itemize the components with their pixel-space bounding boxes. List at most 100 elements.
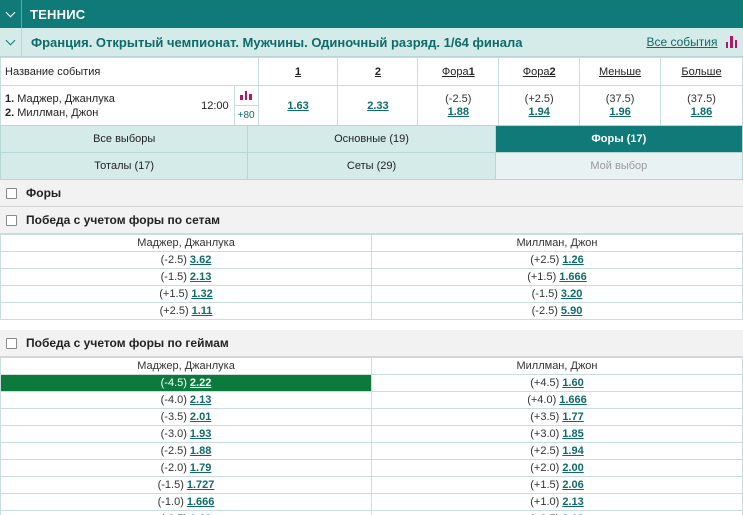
more-markets-count[interactable]: +80 (235, 106, 258, 125)
odd-fora2[interactable]: 1.94 (528, 106, 549, 118)
outcome-cell[interactable]: (+1.5) 2.06 (371, 476, 743, 494)
handicap-line: (-1.0) (157, 496, 184, 508)
odd-value[interactable]: 1.26 (562, 254, 583, 266)
odd-value[interactable]: 1.666 (559, 271, 587, 283)
odd-fora1-cell[interactable]: (-2.5) 1.88 (417, 85, 500, 126)
outcome-cell[interactable]: (+2.5) 1.94 (371, 442, 743, 460)
tab-sets[interactable]: Сеты (29) (247, 152, 496, 180)
odd-value[interactable]: 1.11 (192, 305, 213, 317)
outcome-cell[interactable]: (-4.5) 2.22 (0, 374, 372, 392)
checkbox[interactable] (6, 337, 17, 349)
handicap-line: (-2.5) (531, 305, 558, 317)
outcome-cell[interactable]: (-0.5)1.62 (0, 510, 372, 515)
header-fora1[interactable]: Фора1 (417, 57, 500, 86)
event-players[interactable]: 1. Маджер, Джанлука 2. Миллман, Джон (0, 85, 197, 126)
header-win2[interactable]: 2 (337, 57, 419, 86)
tab-my-choice[interactable]: Мой выбор (494, 152, 743, 180)
outcome-cell[interactable]: (-2.5) 1.88 (0, 442, 372, 460)
player2-name: Миллман, Джон (17, 106, 99, 119)
odd-win2-cell[interactable]: 2.33 (337, 85, 419, 126)
outcome-cell[interactable]: (-4.0) 2.13 (0, 391, 372, 409)
section-handicaps[interactable]: Форы (0, 180, 743, 207)
checkbox[interactable] (6, 187, 17, 199)
tab-main[interactable]: Основные (19) (247, 125, 496, 153)
market-row: (-4.0) 2.13 (+4.0) 1.666 (0, 391, 743, 409)
all-events-link[interactable]: Все события (646, 35, 717, 49)
market-row: (-2.0) 1.79 (+2.0) 2.00 (0, 459, 743, 477)
odd-value[interactable]: 1.88 (190, 445, 211, 457)
outcome-cell[interactable]: (-3.5) 2.01 (0, 408, 372, 426)
outcome-cell[interactable]: (+4.5) 1.60 (371, 374, 743, 392)
tournament-header: Франция. Открытый чемпионат. Мужчины. Од… (0, 28, 743, 57)
chevron-down-icon (5, 35, 16, 45)
outcome-cell[interactable]: (-1.0) 1.666 (0, 493, 372, 511)
outcome-cell[interactable]: (+1.5) 1.666 (371, 268, 743, 286)
outcome-cell[interactable]: (-1.5) 2.13 (0, 268, 372, 286)
odd-value[interactable]: 2.13 (190, 394, 211, 406)
handicap-line: (+3.0) (530, 428, 560, 440)
outcome-cell[interactable]: (+0.5)2.18 (371, 510, 743, 515)
odd-value[interactable]: 1.727 (187, 479, 215, 491)
odd-win1[interactable]: 1.63 (287, 100, 308, 112)
event-time: 12:00 (196, 85, 235, 126)
outcome-cell[interactable]: (+2.5) 1.26 (371, 251, 743, 269)
checkbox[interactable] (6, 214, 17, 226)
collapse-sport-toggle[interactable] (0, 0, 22, 28)
outcome-cell[interactable]: (-3.0) 1.93 (0, 425, 372, 443)
odd-value[interactable]: 1.94 (562, 445, 583, 457)
odd-less[interactable]: 1.96 (609, 106, 630, 118)
market-games-handicap-title[interactable]: Победа с учетом форы по геймам (0, 330, 743, 357)
outcome-cell[interactable]: (+3.0) 1.85 (371, 425, 743, 443)
tab-totals[interactable]: Тоталы (17) (0, 152, 249, 180)
odd-more-cell[interactable]: (37.5) 1.86 (660, 85, 743, 126)
odd-value[interactable]: 1.32 (191, 288, 212, 300)
odd-win2[interactable]: 2.33 (367, 100, 388, 112)
header-win1[interactable]: 1 (257, 57, 339, 86)
odd-value[interactable]: 2.13 (562, 496, 583, 508)
outcome-cell[interactable]: (+1.0) 2.13 (371, 493, 743, 511)
odd-value[interactable]: 1.666 (559, 394, 587, 406)
header-fora2[interactable]: Фора2 (498, 57, 581, 86)
odd-value[interactable]: 1.85 (562, 428, 583, 440)
outcome-cell[interactable]: (+2.5) 1.11 (0, 302, 372, 320)
odd-value[interactable]: 1.93 (190, 428, 211, 440)
outcome-cell[interactable]: (-1.5) 3.20 (371, 285, 743, 303)
odd-value[interactable]: 2.00 (562, 462, 583, 474)
market-row: (-1.5) 1.727 (+1.5) 2.06 (0, 476, 743, 494)
odd-win1-cell[interactable]: 1.63 (257, 85, 339, 126)
handicap-line: (+4.5) (530, 377, 560, 389)
header-less[interactable]: Меньше (579, 57, 662, 86)
odd-value[interactable]: 2.13 (190, 271, 211, 283)
outcome-cell[interactable]: (+4.0) 1.666 (371, 391, 743, 409)
outcome-cell[interactable]: (-2.5) 5.90 (371, 302, 743, 320)
odd-value[interactable]: 3.62 (190, 254, 211, 266)
tab-all-choices[interactable]: Все выборы (0, 125, 249, 153)
collapse-tournament-toggle[interactable] (0, 28, 22, 56)
event-statistics-icon[interactable] (234, 86, 258, 106)
odd-value[interactable]: 2.22 (190, 377, 211, 389)
market-sets-handicap-title[interactable]: Победа с учетом форы по сетам (0, 207, 743, 234)
outcome-cell[interactable]: (+2.0) 2.00 (371, 459, 743, 477)
odd-value[interactable]: 1.60 (562, 377, 583, 389)
odd-value[interactable]: 3.20 (561, 288, 582, 300)
handicap-line: (+1.0) (530, 496, 560, 508)
statistics-icon[interactable] (725, 36, 737, 48)
tab-handicaps[interactable]: Форы (17) (494, 125, 743, 153)
outcome-cell[interactable]: (-2.5) 3.62 (0, 251, 372, 269)
odd-fora1[interactable]: 1.88 (448, 106, 469, 118)
odd-value[interactable]: 2.01 (190, 411, 211, 423)
outcome-cell[interactable]: (+1.5) 1.32 (0, 285, 372, 303)
odd-fora2-cell[interactable]: (+2.5) 1.94 (498, 85, 581, 126)
odd-value[interactable]: 2.06 (562, 479, 583, 491)
odd-value[interactable]: 5.90 (561, 305, 582, 317)
outcome-cell[interactable]: (-2.0) 1.79 (0, 459, 372, 477)
header-more[interactable]: Больше (660, 57, 743, 86)
outcome-cell[interactable]: (+3.5) 1.77 (371, 408, 743, 426)
odd-value[interactable]: 1.77 (562, 411, 583, 423)
odd-value[interactable]: 1.666 (187, 496, 215, 508)
odd-more[interactable]: 1.86 (691, 106, 712, 118)
odd-less-cell[interactable]: (37.5) 1.96 (579, 85, 662, 126)
market-row: (-2.5) 1.88 (+2.5) 1.94 (0, 442, 743, 460)
odd-value[interactable]: 1.79 (190, 462, 211, 474)
outcome-cell[interactable]: (-1.5) 1.727 (0, 476, 372, 494)
